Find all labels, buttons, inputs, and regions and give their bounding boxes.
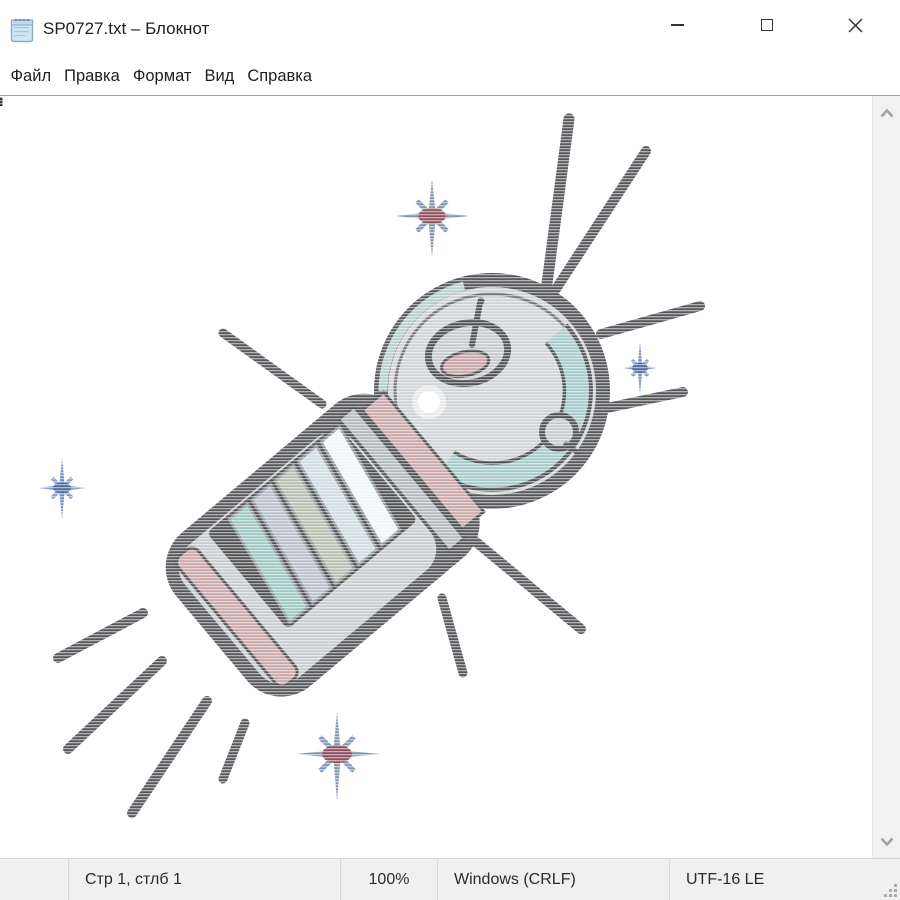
menu-file[interactable]: Файл bbox=[4, 63, 58, 90]
window-title: SP0727.txt – Блокнот bbox=[43, 19, 209, 39]
maximize-icon bbox=[761, 19, 773, 31]
resize-grip[interactable] bbox=[883, 883, 897, 897]
menu-bar: Файл Правка Формат Вид Справка bbox=[0, 57, 900, 96]
scroll-up-button[interactable] bbox=[873, 98, 900, 128]
text-editor-area[interactable] bbox=[0, 96, 900, 858]
status-line-endings: Windows (CRLF) bbox=[437, 859, 669, 900]
menu-edit[interactable]: Правка bbox=[58, 63, 127, 90]
minimize-icon bbox=[671, 24, 684, 26]
status-encoding: UTF-16 LE bbox=[669, 859, 900, 900]
status-zoom-level: 100% bbox=[340, 859, 437, 900]
vertical-scrollbar[interactable] bbox=[872, 96, 900, 858]
close-button[interactable] bbox=[811, 0, 900, 50]
status-cursor-position: Стр 1, стлб 1 bbox=[68, 859, 340, 900]
notepad-icon bbox=[9, 15, 35, 43]
menu-help[interactable]: Справка bbox=[241, 63, 319, 90]
window-controls bbox=[633, 0, 900, 50]
menu-view[interactable]: Вид bbox=[198, 63, 241, 90]
halftone-overlay bbox=[0, 96, 872, 858]
title-bar: SP0727.txt – Блокнот bbox=[0, 0, 900, 57]
minimize-button[interactable] bbox=[633, 0, 722, 50]
menu-format[interactable]: Формат bbox=[126, 63, 198, 90]
status-bar: Стр 1, стлб 1 100% Windows (CRLF) UTF-16… bbox=[0, 858, 900, 900]
maximize-button[interactable] bbox=[722, 0, 811, 50]
sputnik-satellite-art bbox=[0, 96, 872, 858]
chevron-down-icon bbox=[880, 837, 894, 846]
status-spacer bbox=[0, 859, 68, 900]
chevron-up-icon bbox=[880, 109, 894, 118]
notepad-window: SP0727.txt – Блокнот Файл Правка Формат … bbox=[0, 0, 900, 900]
close-icon bbox=[848, 18, 863, 33]
scroll-down-button[interactable] bbox=[873, 826, 900, 856]
